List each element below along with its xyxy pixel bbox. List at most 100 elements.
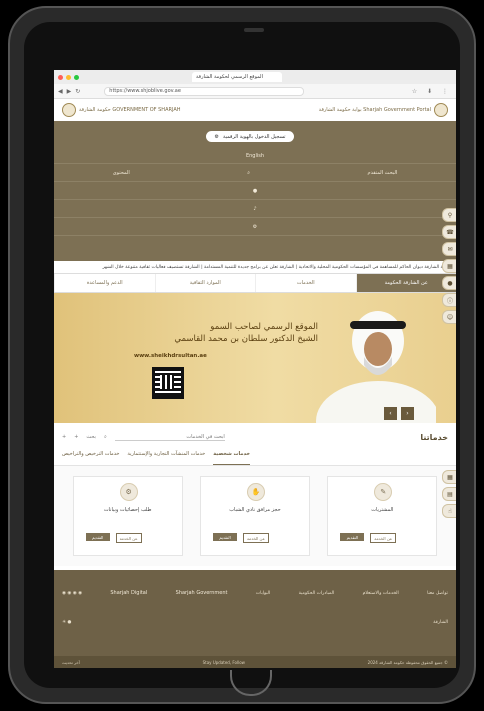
footer-logo-government[interactable]: Sharjah Government — [176, 590, 228, 596]
grid-icon[interactable]: ▦ — [442, 470, 456, 484]
next-slide-icon[interactable]: › — [401, 407, 414, 420]
language-label: English — [245, 153, 265, 159]
logo-left[interactable]: حكومة الشارقة GOVERNMENT OF SHARJAH — [62, 103, 181, 117]
side-float-icons-lower: ▦ ▤ ☝ — [442, 470, 456, 518]
card-title: طلب إحصائيات وبيانات — [103, 507, 152, 513]
service-card[interactable]: ✎ المشتريات التقديم عن الخدمة — [327, 476, 438, 556]
footer-logo-sharjah[interactable]: الشارقة — [433, 620, 448, 625]
apply-button[interactable]: التقديم — [212, 533, 237, 541]
footer-link-services[interactable]: الخدمات والاستعلام — [363, 591, 399, 596]
bell-row[interactable]: ♪ — [54, 201, 456, 218]
footer-link-contact[interactable]: تواصل معنا — [427, 591, 448, 596]
maximize-window-dot[interactable] — [74, 74, 79, 80]
info-icon[interactable]: ⓘ — [442, 293, 456, 307]
login-pill-label: تسجيل الدخول بالهوية الرقمية — [222, 133, 286, 140]
hand-icon: ✋ — [246, 483, 265, 501]
chat-icon[interactable]: ✉ — [442, 242, 456, 256]
forward-icon[interactable]: ▶ — [67, 88, 72, 95]
reload-icon[interactable]: ↻ — [75, 88, 80, 95]
card-title: حجز مرافق نادي الشباب — [229, 507, 281, 513]
login-icon: ⚙ — [214, 133, 219, 140]
print-icon[interactable]: ▤ — [442, 487, 456, 501]
calendar-icon[interactable]: ▦ — [442, 259, 456, 273]
side-float-icons: ⚲ ☎ ✉ ▦ ● ⓘ ☺ — [442, 208, 456, 324]
user-icon: ● — [252, 188, 258, 194]
address-bar: ◀ ▶ ↻ https://www.shjoblive.gov.ae ☆ ⬇ ⋮ — [54, 84, 456, 99]
details-button[interactable]: عن الخدمة — [242, 533, 269, 543]
weather-widget: ☀ ● — [62, 620, 72, 625]
camera — [244, 28, 264, 32]
news-ticker[interactable]: برعاية الشارقة ديوان الحاكم للمساهمة في … — [54, 261, 456, 274]
toolbar-icons[interactable]: ☆ ⬇ ⋮ — [412, 88, 452, 95]
url-field[interactable]: https://www.shjoblive.gov.ae — [104, 86, 305, 96]
category-tabs: خدمات شخصية خدمات المنشآت التجارية والإس… — [54, 451, 456, 466]
browser-screen: الموقع الرسمي لحكومة الشارقة ◀ ▶ ↻ https… — [54, 70, 456, 668]
apply-button[interactable]: التقديم — [340, 533, 365, 541]
document-icon: ✎ — [374, 483, 393, 501]
browser-tab[interactable]: الموقع الرسمي لحكومة الشارقة — [192, 72, 282, 82]
footer-logo-digital[interactable]: Sharjah Digital — [110, 590, 147, 596]
footer-copyright: جميع الحقوق محفوظة حكومة الشارقة 2024 © — [367, 659, 448, 665]
social-icons[interactable]: ◉ ◉ ◉ ◉ — [62, 591, 82, 596]
menu-item-services[interactable]: الخدمات — [255, 274, 356, 292]
hero-url[interactable]: www.sheikhdrsultan.ae — [134, 353, 207, 359]
language-row[interactable]: English — [54, 149, 456, 164]
sheikh-portrait — [316, 311, 436, 423]
card-title: المشتريات — [371, 507, 394, 513]
service-cards: ⚙ طلب إحصائيات وبيانات التقديم عن الخدمة… — [54, 466, 456, 566]
close-window-dot[interactable] — [58, 74, 63, 80]
pointer-icon[interactable]: ☝ — [442, 504, 456, 518]
service-card[interactable]: ✋ حجز مرافق نادي الشباب التقديم عن الخدم… — [199, 476, 310, 556]
menu-item-culture[interactable]: الموارد الثقافية — [154, 274, 256, 292]
menu-item-about[interactable]: عن الشارقة الحكومة — [355, 274, 456, 292]
search-row[interactable]: المحتوى ⌕ البحث المتقدم — [54, 165, 456, 182]
tab-bar: الموقع الرسمي لحكومة الشارقة — [54, 70, 456, 84]
back-icon[interactable]: ◀ — [58, 88, 63, 95]
tab-licensing[interactable]: خدمات الترخيص والتراخيص — [62, 451, 119, 465]
services-search: + + بحث ⌕ ابحث في الخدمات — [62, 434, 225, 441]
services-search-input[interactable]: ابحث في الخدمات — [114, 434, 225, 441]
hero-banner[interactable]: الموقع الرسمي لصاحب السمو الشيخ الدكتور … — [54, 293, 456, 423]
bell-icon: ♪ — [253, 206, 257, 212]
advanced-search-label: البحث المتقدم — [367, 170, 398, 176]
footer-link-portals[interactable]: البوابات — [256, 591, 270, 596]
services-search-icon[interactable]: ⌕ — [104, 434, 107, 440]
tab-business[interactable]: خدمات المنشآت التجارية والإستثمارية — [127, 451, 205, 465]
settings-row[interactable]: ⚙ — [54, 219, 456, 236]
apply-button[interactable]: التقديم — [85, 533, 110, 541]
minimize-window-dot[interactable] — [66, 74, 71, 80]
content-label: المحتوى — [112, 170, 130, 176]
sharjah-emblem-icon — [62, 103, 76, 117]
zoom-out-icon[interactable]: + — [74, 434, 78, 440]
footer-link-initiatives[interactable]: المبادرات الحكومية — [299, 591, 335, 596]
extra-row[interactable] — [54, 237, 456, 253]
header-panel: ⚙ تسجيل الدخول بالهوية الرقمية English ا… — [54, 121, 456, 261]
tab-personal[interactable]: خدمات شخصية — [213, 451, 251, 465]
accessibility-icon[interactable]: ⚲ — [442, 208, 456, 222]
search-label[interactable]: بحث — [86, 434, 96, 440]
logo-right[interactable]: بوابة حكومة الشارقة Sharjah Government P… — [319, 103, 448, 117]
hero-title-line2: الشيخ الدكتور سلطان بن محمد القاسمي — [174, 334, 318, 344]
details-button[interactable]: عن الخدمة — [370, 533, 397, 543]
details-button[interactable]: عن الخدمة — [115, 533, 142, 543]
footer-last-updated: آخر تحديث — [62, 659, 80, 665]
hero-title-line1: الموقع الرسمي لصاحب السمو — [210, 322, 318, 332]
service-card[interactable]: ⚙ طلب إحصائيات وبيانات التقديم عن الخدمة — [72, 476, 183, 556]
gear-icon: ⚙ — [119, 483, 138, 501]
prev-slide-icon[interactable]: ‹ — [384, 407, 397, 420]
hero-title: الموقع الرسمي لصاحب السمو الشيخ الدكتور … — [174, 321, 318, 345]
phone-icon[interactable]: ☎ — [442, 225, 456, 239]
hero-arrows: ‹ › — [384, 407, 414, 420]
mic-icon[interactable]: ● — [442, 276, 456, 290]
qr-code-icon — [152, 367, 184, 399]
menu-item-support[interactable]: الدعم والمساعدة — [54, 274, 155, 292]
services-title: خدماتنا — [420, 432, 448, 442]
user-row[interactable]: ● — [54, 183, 456, 200]
login-pill[interactable]: ⚙ تسجيل الدخول بالهوية الرقمية — [206, 131, 294, 142]
zoom-in-icon[interactable]: + — [62, 434, 66, 440]
settings-icon: ⚙ — [252, 224, 258, 230]
footer-follow[interactable]: Stay Updated, Follow — [203, 660, 245, 665]
search-icon[interactable]: ⌕ — [247, 170, 250, 176]
footer-bottom: آخر تحديث Stay Updated, Follow جميع الحق… — [54, 656, 456, 668]
person-icon[interactable]: ☺ — [442, 310, 456, 324]
